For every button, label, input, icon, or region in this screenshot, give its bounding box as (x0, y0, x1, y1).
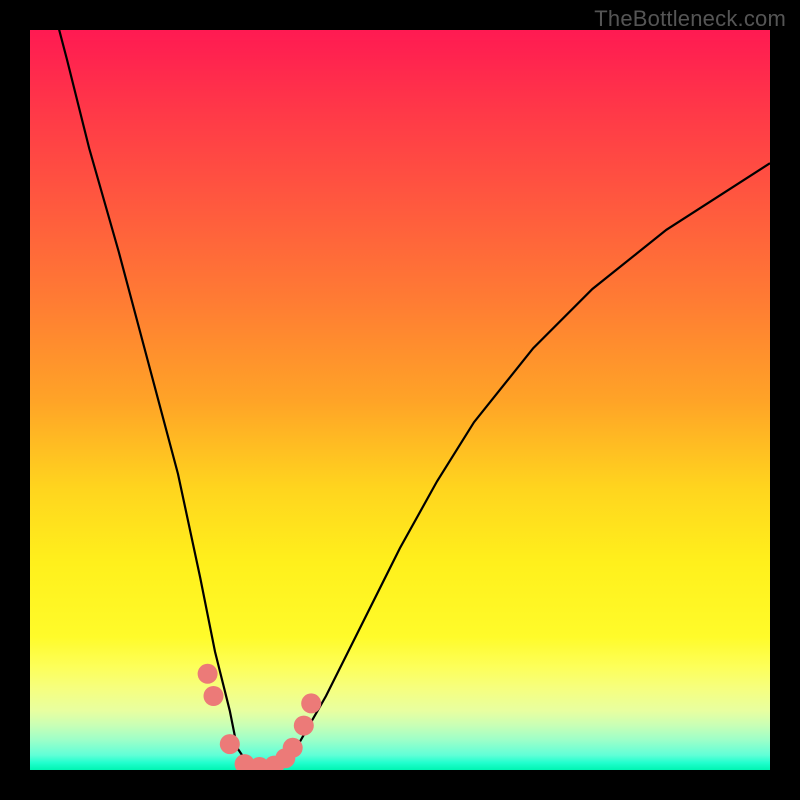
curve-marker (204, 686, 224, 706)
curve-marker (283, 738, 303, 758)
curve-marker (294, 716, 314, 736)
chart-svg (30, 30, 770, 770)
marker-group (198, 664, 322, 770)
curve-marker (198, 664, 218, 684)
curve-marker (220, 734, 240, 754)
curve-marker (301, 693, 321, 713)
bottleneck-curve-path (30, 30, 770, 770)
outer-frame: TheBottleneck.com (0, 0, 800, 800)
plot-area (30, 30, 770, 770)
attribution-text: TheBottleneck.com (594, 6, 786, 32)
